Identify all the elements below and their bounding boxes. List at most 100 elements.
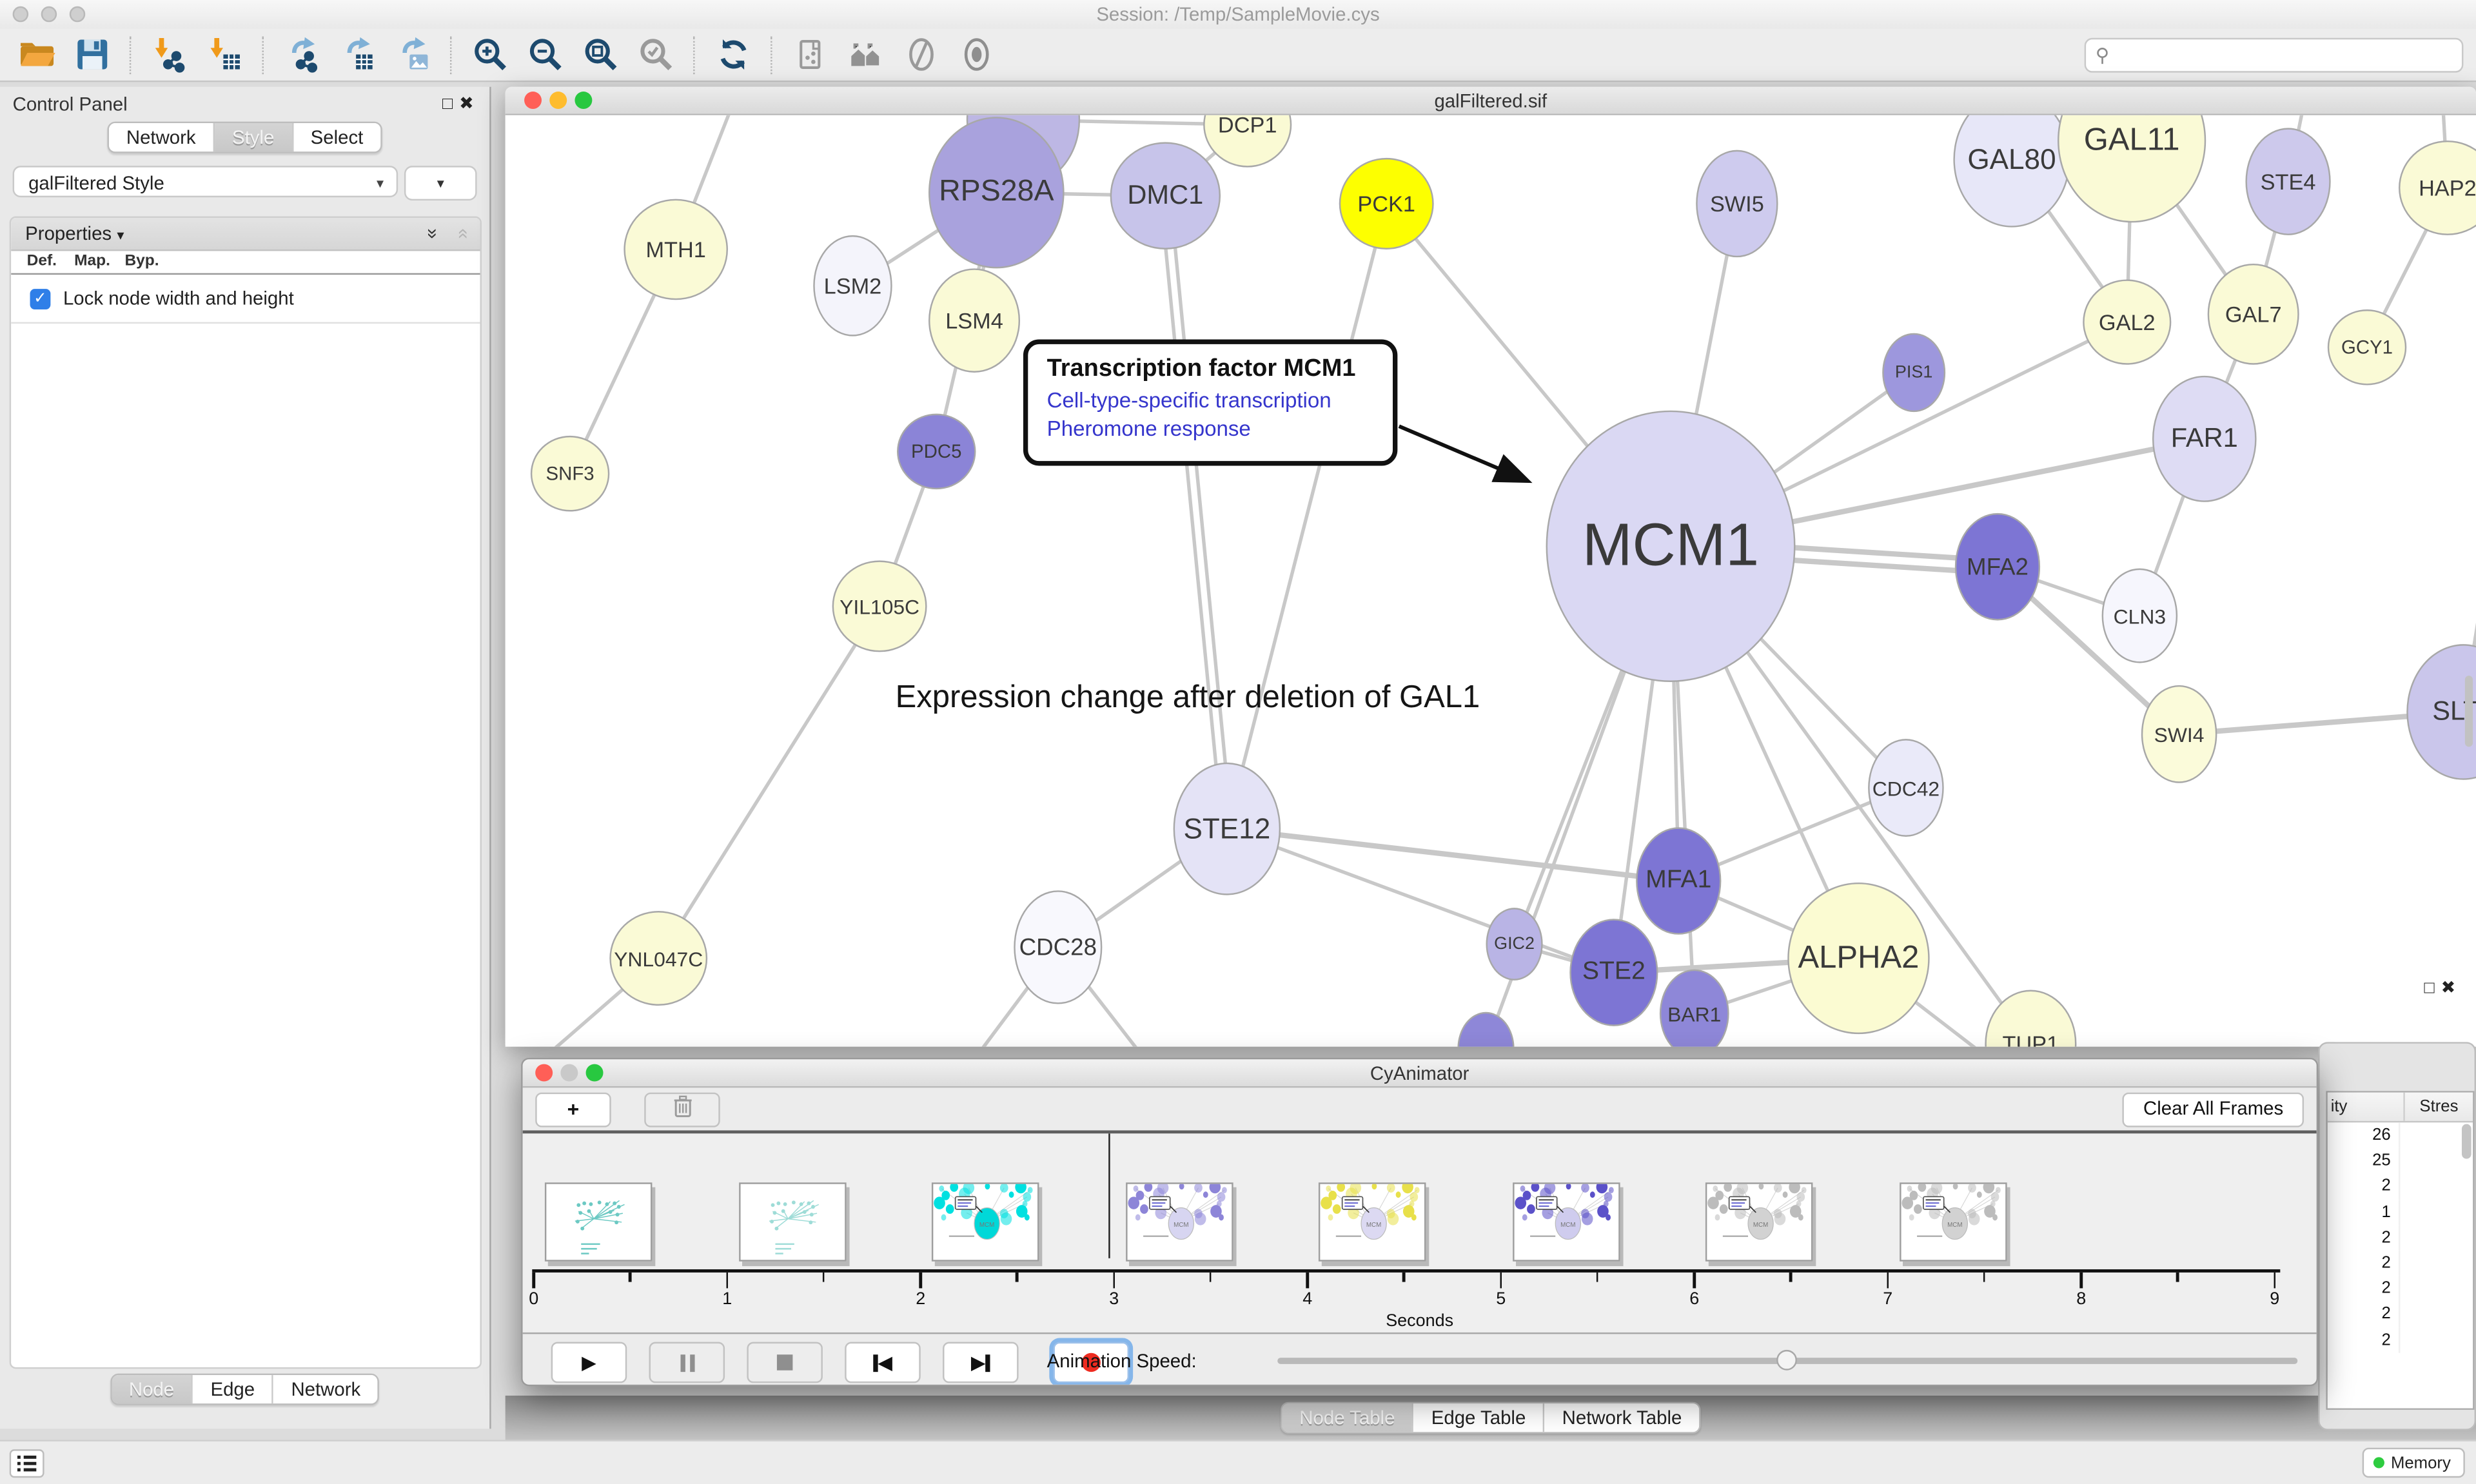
table-scrollbar[interactable] — [2462, 1124, 2471, 1159]
zoom-fit-icon[interactable] — [581, 35, 620, 74]
table-col-centrality[interactable]: ity — [2328, 1093, 2405, 1121]
style-selector[interactable]: galFiltered Style▾ — [13, 166, 398, 197]
close-table-icon[interactable]: ✖ — [2441, 979, 2462, 997]
network-node-mfa2[interactable]: MFA2 — [1955, 513, 2040, 621]
tab-network-table[interactable]: Network Table — [1545, 1403, 1700, 1432]
collapse-all-icon[interactable]: » — [457, 222, 467, 244]
zoom-in-icon[interactable] — [471, 35, 510, 74]
network-node-gal2[interactable]: GAL2 — [2083, 279, 2171, 364]
network-node-pdc5[interactable]: PDC5 — [897, 414, 976, 490]
network-node-mth1[interactable]: MTH1 — [624, 199, 728, 300]
network-node-gal7[interactable]: GAL7 — [2208, 264, 2299, 365]
table-row[interactable]: 26 — [2328, 1122, 2473, 1148]
network-node-mcm1[interactable]: MCM1 — [1546, 411, 1796, 682]
table-row[interactable]: 2 — [2328, 1302, 2473, 1327]
network-node-ynl047c[interactable]: YNL047C — [609, 911, 707, 1006]
memory-button[interactable]: Memory — [2363, 1448, 2465, 1478]
style-options-button[interactable]: ▾ — [404, 166, 477, 200]
lock-node-size-row[interactable]: ✓ Lock node width and height — [11, 275, 480, 324]
properties-header[interactable]: Properties ▾ » » — [11, 218, 480, 251]
task-history-button[interactable] — [10, 1449, 44, 1478]
tab-style[interactable]: Style — [215, 123, 293, 151]
close-panel-icon[interactable]: ✖ — [459, 95, 480, 113]
search-input[interactable]: ⚲ — [2085, 38, 2464, 73]
tab-node[interactable]: Node — [112, 1375, 193, 1403]
lock-checkbox[interactable]: ✓ — [30, 288, 51, 309]
float-table-icon[interactable]: □ — [2424, 979, 2441, 997]
network-node-ste4[interactable]: STE4 — [2245, 128, 2330, 235]
export-network-icon[interactable] — [282, 35, 322, 74]
previous-frame-button[interactable]: ◀ — [845, 1342, 921, 1383]
network-node-swi5[interactable]: SWI5 — [1696, 150, 1778, 258]
network-node-tup1[interactable]: TUP1 — [1985, 990, 2076, 1047]
clear-all-frames-button[interactable]: Clear All Frames — [2123, 1093, 2304, 1128]
network-node-mfa1[interactable]: MFA1 — [1636, 827, 1721, 935]
network-node-gcy1[interactable]: GCY1 — [2328, 309, 2406, 386]
network-node-pck1[interactable]: PCK1 — [1339, 158, 1434, 249]
timeline[interactable]: Seconds 0123456789MCMMCMMCMMCMMCMMCM — [523, 1133, 2317, 1333]
network-node-lsm4[interactable]: LSM4 — [928, 268, 1020, 373]
network-scrollbar[interactable] — [2465, 676, 2473, 747]
network-node-dmc1[interactable]: DMC1 — [1110, 142, 1221, 249]
table-row[interactable]: 1 — [2328, 1199, 2473, 1225]
frame-thumbnail-3[interactable]: MCM — [1125, 1182, 1233, 1261]
network-node-far1[interactable]: FAR1 — [2152, 376, 2257, 502]
network-node-gic2[interactable]: GIC2 — [1486, 908, 1542, 981]
frame-thumbnail-5[interactable]: MCM — [1512, 1182, 1620, 1261]
network-node-snf3[interactable]: SNF3 — [531, 436, 609, 512]
zoom-selected-icon[interactable] — [636, 35, 676, 74]
tab-edge[interactable]: Edge — [193, 1375, 274, 1403]
network-node-cdc42[interactable]: CDC42 — [1868, 739, 1944, 837]
delete-frame-button[interactable] — [644, 1093, 720, 1128]
snapshot-icon[interactable] — [791, 35, 830, 74]
table-row[interactable]: 25 — [2328, 1148, 2473, 1174]
table-row[interactable]: 2 — [2328, 1225, 2473, 1251]
network-node-gal11[interactable]: GAL11 — [2058, 115, 2206, 223]
network-node-np1[interactable] — [1457, 1012, 1514, 1047]
stop-button[interactable] — [747, 1342, 823, 1383]
network-canvas[interactable]: DCP1 RPS28A DMC1 PCK1 SWI5 GAL80GAL11 STE4 HAP2… — [506, 115, 2476, 1047]
network-node-ste2[interactable]: STE2 — [1569, 919, 1658, 1026]
speed-slider[interactable] — [1277, 1358, 2297, 1364]
network-node-cln3[interactable]: CLN3 — [2102, 569, 2178, 663]
network-node-alpha2[interactable]: ALPHA2 — [1787, 883, 1929, 1034]
pause-button[interactable] — [649, 1342, 725, 1383]
table-row[interactable]: 2 — [2328, 1174, 2473, 1200]
table-row[interactable]: 2 — [2328, 1250, 2473, 1276]
table-row[interactable]: 2 — [2328, 1327, 2473, 1352]
network-node-gal80[interactable]: GAL80 — [1953, 115, 2070, 228]
play-button[interactable]: ▶ — [551, 1342, 627, 1383]
network-node-ste12[interactable]: STE12 — [1174, 763, 1281, 895]
export-table-icon[interactable] — [338, 35, 377, 74]
annotation-text[interactable]: Expression change after deletion of GAL1 — [896, 681, 1480, 717]
frame-thumbnail-6[interactable]: MCM — [1705, 1182, 1813, 1261]
network-node-rps28a[interactable]: RPS28A — [928, 117, 1065, 268]
annotation-box[interactable]: Transcription factor MCM1 Cell-type-spec… — [1023, 340, 1397, 466]
home-icon[interactable] — [847, 35, 886, 74]
network-node-pis1[interactable]: PIS1 — [1882, 333, 1945, 412]
next-frame-button[interactable]: ▶ — [943, 1342, 1019, 1383]
frame-thumbnail-0[interactable] — [545, 1182, 653, 1261]
network-node-hap2[interactable]: HAP2 — [2399, 141, 2476, 235]
open-session-icon[interactable] — [17, 35, 57, 74]
hide-graphics-icon[interactable] — [901, 35, 941, 74]
float-panel-icon[interactable]: □ — [442, 95, 459, 113]
network-node-bar1[interactable]: BAR1 — [1660, 970, 1729, 1047]
show-graphics-icon[interactable] — [957, 35, 996, 74]
tab-select[interactable]: Select — [293, 123, 381, 151]
frame-thumbnail-4[interactable]: MCM — [1319, 1182, 1426, 1261]
network-node-swi4[interactable]: SWI4 — [2141, 685, 2217, 783]
network-node-yil105c[interactable]: YIL105C — [832, 560, 927, 652]
tab-network[interactable]: Network — [274, 1375, 378, 1403]
speed-slider-thumb[interactable] — [1776, 1350, 1797, 1371]
network-node-dcp1[interactable]: DCP1 — [1203, 115, 1292, 168]
tab-network[interactable]: Network — [109, 123, 215, 151]
refresh-icon[interactable] — [714, 35, 753, 74]
save-session-icon[interactable] — [73, 35, 112, 74]
table-col-stress[interactable]: Stres — [2405, 1093, 2473, 1121]
table-row[interactable]: 2 — [2328, 1276, 2473, 1302]
import-table-icon[interactable] — [205, 35, 244, 74]
expand-all-icon[interactable]: » — [428, 222, 438, 244]
playhead[interactable] — [1108, 1133, 1110, 1258]
add-frame-button[interactable]: + — [535, 1093, 611, 1128]
